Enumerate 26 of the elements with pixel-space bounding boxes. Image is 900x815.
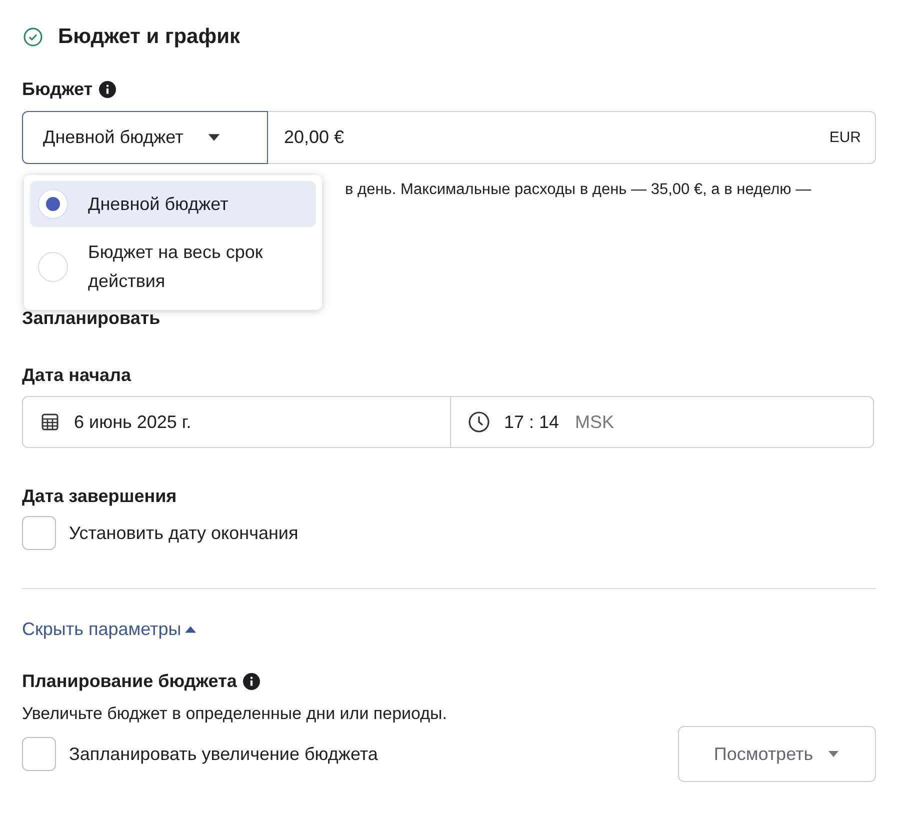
info-icon[interactable] [98,80,116,98]
checkbox[interactable] [22,516,56,550]
checkbox-label: Запланировать увеличение бюджета [69,744,378,764]
schedule-label: Запланировать [22,308,160,328]
start-date-label: Дата начала [22,365,132,386]
currency-label: EUR [829,129,861,146]
menu-option[interactable]: Дневной бюджет [30,181,316,227]
radio-button[interactable] [38,252,68,282]
end-date-label: Дата завершения [22,486,177,507]
budget-label: Бюджет [22,78,93,100]
view-dropdown-button[interactable]: Посмотреть [678,726,876,782]
menu-option[interactable]: Бюджет на весь срок действия [30,230,316,304]
radio-button[interactable] [38,189,68,219]
checkbox[interactable] [22,737,56,771]
section-title: Бюджет и график [58,25,240,49]
hide-options-link[interactable]: Скрыть параметры [22,619,196,640]
budget-planning-description: Увеличьте бюджет в определенные дни или периоды. [22,704,447,723]
checkbox-label: Установить дату окончания [69,522,298,544]
caret-icon [207,133,222,142]
budget-planning-label: Планирование бюджета [22,671,237,692]
caret-icon [185,626,196,633]
budget-type-dropdown[interactable]: Дневной бюджет [22,111,268,164]
caret-icon [827,750,840,758]
info-icon[interactable] [242,673,260,690]
budget-hint: в день. Максимальные расходы в день — 35,00 €, а в неделю — [345,181,812,198]
amount-field[interactable]: 20,00 € EUR [268,111,876,164]
